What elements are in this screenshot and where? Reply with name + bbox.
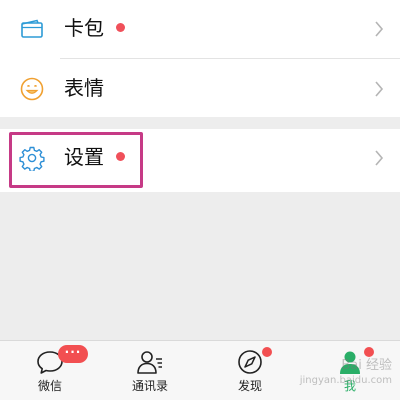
- card-wallet-icon: [21, 19, 43, 38]
- menu-group-top: 卡包 表情: [0, 0, 400, 117]
- notification-dot: [116, 23, 125, 32]
- chevron-right-icon: [375, 21, 384, 37]
- watermark-line: jingyan.baidu.com: [299, 375, 392, 386]
- tab-label: 微信: [37, 379, 62, 393]
- watermark: Bai 经验 jingyan.baidu.com: [292, 357, 392, 397]
- menu-item-label: 表情: [64, 76, 104, 100]
- emoji-icon: [20, 77, 44, 101]
- divider: [60, 58, 400, 59]
- tab-contacts[interactable]: 通讯录: [100, 341, 200, 400]
- watermark-line: Bai 经验: [341, 358, 392, 373]
- menu-item-label: 卡包: [64, 16, 104, 40]
- menu-item-card-wallet[interactable]: 卡包: [0, 0, 400, 58]
- tab-discover[interactable]: 发现: [200, 341, 300, 400]
- notification-dot: [364, 347, 374, 357]
- chevron-right-icon: [375, 81, 384, 97]
- tab-chats[interactable]: ··· 微信: [0, 341, 100, 400]
- chevron-right-icon: [375, 150, 384, 166]
- menu-item-emoji[interactable]: 表情: [0, 60, 400, 118]
- contacts-icon: [137, 351, 162, 374]
- compass-icon: [238, 350, 262, 374]
- notification-dot: [262, 347, 272, 357]
- highlight-box: [9, 132, 143, 188]
- unread-badge: ···: [58, 345, 88, 363]
- tab-label: 通讯录: [131, 379, 168, 393]
- tab-label: 发现: [237, 379, 262, 393]
